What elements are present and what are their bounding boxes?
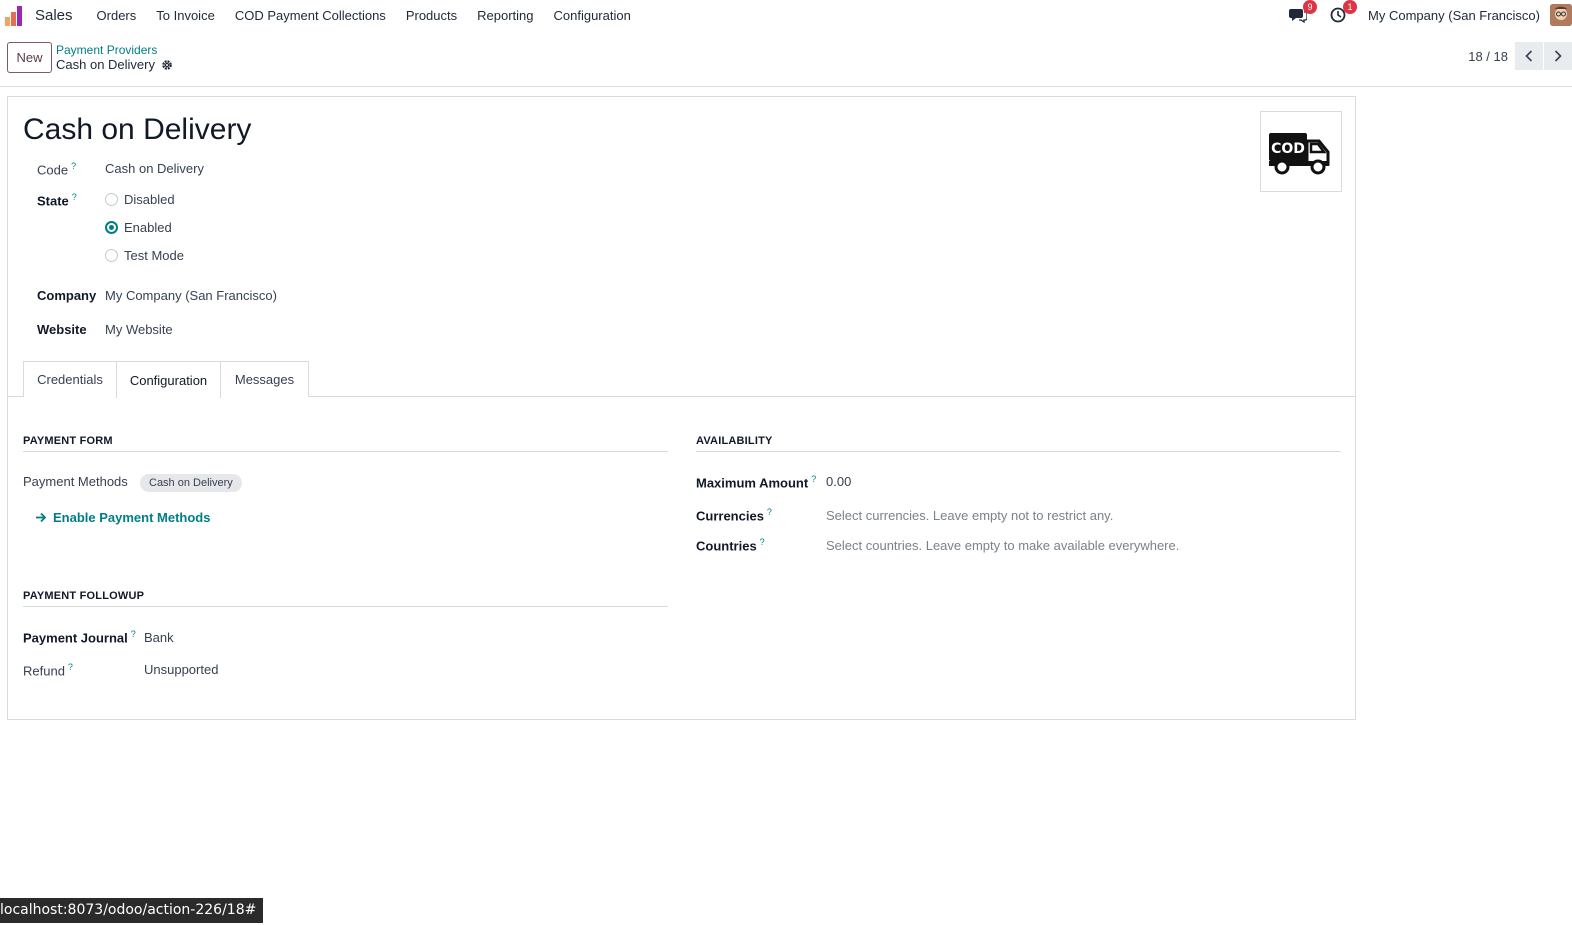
breadcrumb-current: Cash on Delivery [56,57,173,72]
activities-badge: 1 [1343,0,1358,14]
arrow-right-icon [36,512,47,523]
app-name[interactable]: Sales [35,7,73,24]
availability-section-title: AVAILABILITY [696,435,773,447]
refund-label: Refund? [23,662,73,679]
currencies-input[interactable]: Select currencies. Leave empty not to re… [826,508,1113,523]
countries-input[interactable]: Select countries. Leave empty to make av… [826,538,1179,553]
state-disabled-radio[interactable]: Disabled [105,192,175,207]
state-test-mode-radio[interactable]: Test Mode [105,248,184,263]
currencies-label: Currencies? [696,507,772,524]
provider-logo[interactable]: COD [1260,111,1342,192]
tab-credentials[interactable]: Credentials [23,361,117,397]
menu-configuration[interactable]: Configuration [554,8,631,23]
provider-name[interactable]: Cash on Delivery [23,113,251,147]
gear-icon[interactable] [161,59,173,71]
logo-text: COD [1271,141,1305,157]
tab-messages[interactable]: Messages [220,361,309,397]
sales-app-icon[interactable] [5,4,27,26]
payment-journal-label: Payment Journal? [23,629,136,646]
pager-next-button[interactable] [1544,42,1572,70]
menu-orders[interactable]: Orders [97,8,137,23]
enable-payment-methods-button[interactable]: Enable Payment Methods [35,510,210,525]
availability-divider [696,451,1341,452]
top-navbar: Sales Orders To Invoice COD Payment Coll… [0,0,1572,30]
website-field[interactable]: My Website [105,322,173,337]
website-label: Website [37,322,87,337]
menu-products[interactable]: Products [406,8,457,23]
payment-journal-field[interactable]: Bank [144,630,174,645]
state-enabled-radio[interactable]: Enabled [105,220,172,235]
breadcrumb-payment-providers[interactable]: Payment Providers [56,43,157,57]
payment-methods-label: Payment Methods [23,474,128,489]
menu-reporting[interactable]: Reporting [477,8,533,23]
countries-label: Countries? [696,537,765,554]
browser-status-url: localhost:8073/odoo/action-226/18# [0,898,264,923]
messages-icon[interactable]: 9 [1288,0,1318,25]
company-field[interactable]: My Company (San Francisco) [105,288,277,303]
chevron-right-icon [1554,50,1562,62]
activities-clock-icon[interactable]: 1 [1328,0,1358,25]
company-switcher[interactable]: My Company (San Francisco) [1368,8,1540,23]
payment-followup-divider [23,606,668,607]
payment-form-divider [23,451,668,452]
user-avatar[interactable] [1550,4,1572,26]
notebook-tabs: Credentials Configuration Messages [8,361,1355,398]
code-value: Cash on Delivery [105,161,204,176]
menu-to-invoice[interactable]: To Invoice [156,8,215,23]
maximum-amount-input[interactable]: 0.00 [826,474,851,489]
payment-method-tag[interactable]: Cash on Delivery [140,474,242,492]
code-label: Code? [37,161,77,178]
pager-value[interactable]: 18 / 18 [1468,49,1508,64]
payment-followup-section-title: PAYMENT FOLLOWUP [23,590,145,602]
chevron-left-icon [1525,50,1533,62]
form-sheet: Cash on Delivery COD Code? Cash on Deliv… [7,96,1356,720]
payment-form-section-title: PAYMENT FORM [23,435,113,447]
tab-configuration[interactable]: Configuration [116,361,221,398]
maximum-amount-label: Maximum Amount? [696,474,817,491]
breadcrumb-current-label: Cash on Delivery [56,57,155,72]
messages-badge: 9 [1303,0,1318,14]
menu-cod-payment-collections[interactable]: COD Payment Collections [235,8,386,23]
control-panel: New Payment Providers Cash on Delivery 1… [0,34,1572,87]
company-label: Company [37,288,97,303]
new-button[interactable]: New [7,42,52,73]
cod-truck-icon: COD [1269,132,1330,174]
pager-previous-button[interactable] [1515,42,1543,70]
state-label: State? [37,192,77,209]
refund-value: Unsupported [144,662,219,677]
